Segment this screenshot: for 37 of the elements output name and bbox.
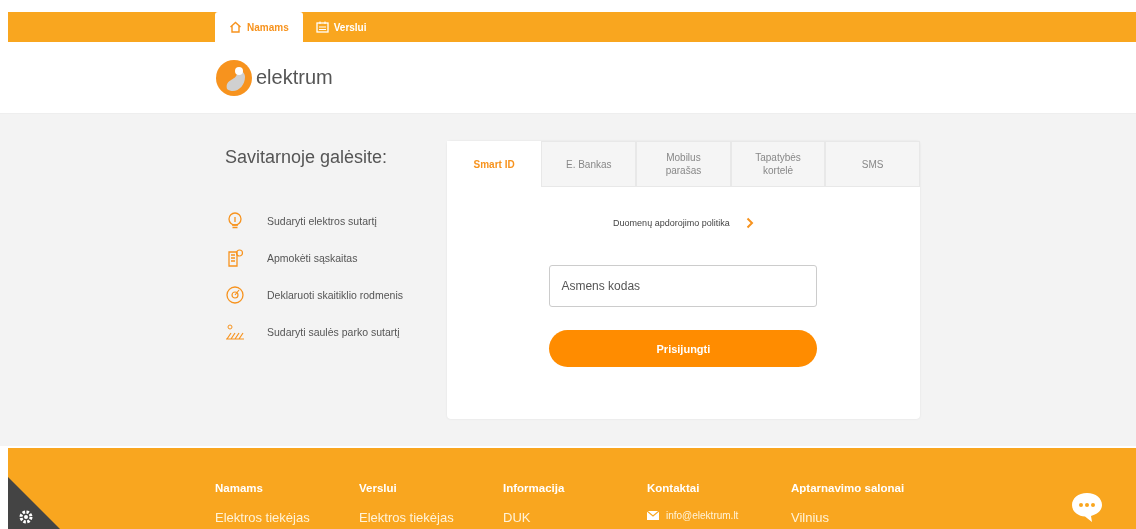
solar-panel-icon [225, 322, 245, 341]
logo-icon [215, 58, 253, 97]
chevron-right-icon[interactable] [745, 217, 754, 229]
calendar-icon [315, 21, 329, 33]
footer-link[interactable]: info@elektrum.lt [666, 510, 739, 521]
footer-link[interactable]: Vilnius [791, 510, 830, 525]
home-icon [229, 21, 242, 33]
footer-heading: Namams [215, 482, 264, 494]
envelope-icon [647, 511, 659, 520]
login-tab[interactable]: SMS [825, 141, 920, 187]
footer-link[interactable]: Elektros tiekėjas [215, 510, 310, 525]
policy-link[interactable]: Duomenų apdorojimo politika [613, 218, 730, 228]
segment-tab[interactable]: Verslui [302, 12, 380, 42]
footer-heading: Verslui [359, 482, 398, 494]
lightbulb-icon [225, 211, 245, 230]
footer-heading: Kontaktai [647, 482, 701, 494]
personal-code-field[interactable]: Asmens kodas [549, 265, 818, 307]
chat-bubble-icon[interactable] [1070, 491, 1104, 523]
footer-heading: Aptarnavimo salonai [791, 482, 906, 494]
login-tab[interactable]: E. Bankas [541, 141, 637, 187]
login-tab[interactable]: Tapatybės kortelė [730, 141, 826, 187]
segment-tab[interactable]: Namams [215, 12, 303, 42]
invoice-icon [225, 248, 245, 267]
footer-link[interactable]: Elektros tiekėjas [359, 510, 454, 525]
footer-link[interactable]: DUK [503, 510, 531, 525]
gauge-icon [225, 285, 245, 304]
footer-heading: Informacija [503, 482, 566, 494]
login-button[interactable]: Prisijungti [549, 330, 818, 367]
feature-label: Deklaruoti skaitiklio rodmenis [267, 288, 403, 301]
login-tab[interactable]: Mobilus parašas [636, 141, 731, 187]
features-title: Savitarnoje galėsite: [225, 147, 389, 168]
feature-label: Sudaryti elektros sutartį [267, 214, 377, 227]
feature-label: Apmokėti sąskaitas [267, 251, 358, 264]
settings-icon [18, 509, 34, 525]
logo-text: elektrum [256, 66, 333, 89]
feature-label: Sudaryti saulės parko sutartį [267, 325, 400, 338]
login-tab[interactable]: Smart ID [446, 141, 542, 187]
